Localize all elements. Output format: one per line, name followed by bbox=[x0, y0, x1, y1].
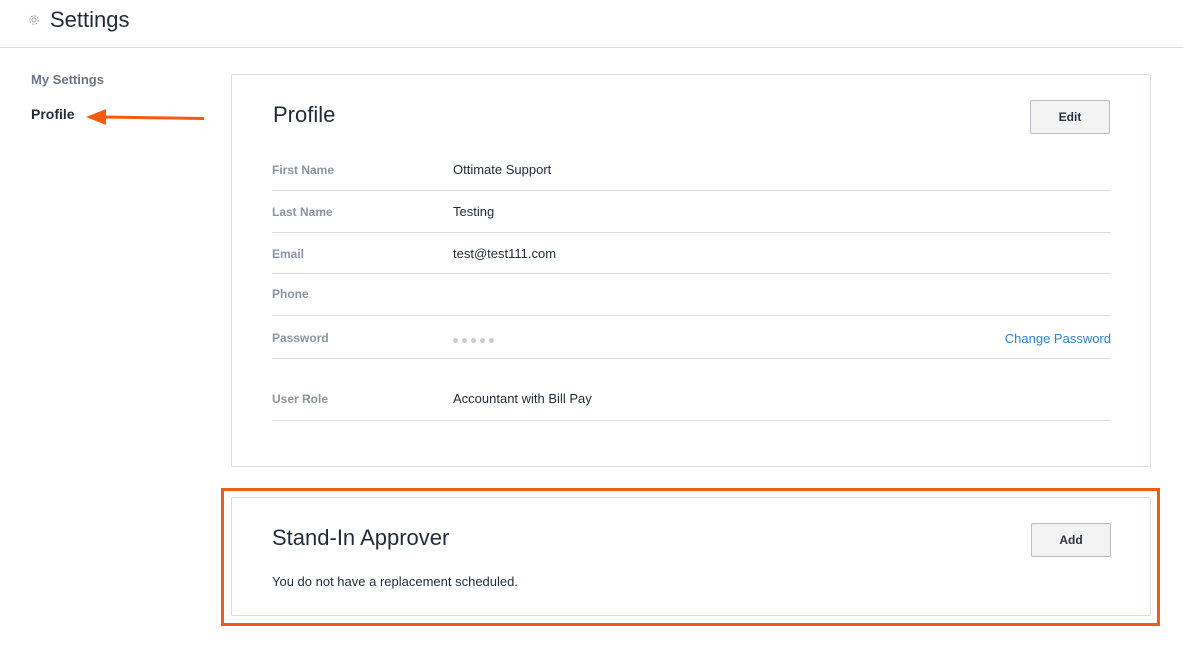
edit-button[interactable]: Edit bbox=[1030, 100, 1110, 134]
profile-row-password: Password Change Password bbox=[272, 316, 1111, 359]
standin-card-title: Stand-In Approver bbox=[272, 525, 450, 550]
profile-row-first-name: First Name Ottimate Support bbox=[272, 149, 1111, 191]
profile-row-email: Email test@test111.com bbox=[272, 233, 1111, 274]
row-value: Testing bbox=[453, 204, 495, 219]
page-title: Settings bbox=[50, 7, 130, 32]
gear-icon bbox=[29, 15, 39, 25]
row-label: Email bbox=[272, 247, 305, 261]
row-label: First Name bbox=[272, 163, 335, 177]
profile-row-phone: Phone bbox=[272, 274, 1111, 316]
standin-message: You do not have a replacement scheduled. bbox=[272, 574, 518, 589]
row-label: Password bbox=[272, 331, 329, 345]
profile-card-title: Profile bbox=[273, 102, 336, 127]
sidebar-heading: My Settings bbox=[31, 72, 104, 87]
row-value: test@test111.com bbox=[453, 246, 557, 261]
row-value: Ottimate Support bbox=[453, 162, 552, 177]
profile-row-last-name: Last Name Testing bbox=[272, 191, 1111, 233]
row-label: User Role bbox=[272, 392, 329, 406]
row-label: Phone bbox=[272, 287, 309, 301]
password-mask bbox=[453, 338, 494, 343]
annotation-arrow-icon bbox=[86, 109, 205, 125]
profile-row-user-role: User Role Accountant with Bill Pay bbox=[272, 359, 1111, 421]
row-value: Accountant with Bill Pay bbox=[453, 391, 592, 406]
add-button[interactable]: Add bbox=[1031, 523, 1111, 557]
row-label: Last Name bbox=[272, 205, 333, 219]
profile-card: Profile Edit First Name Ottimate Support… bbox=[231, 74, 1151, 467]
top-bar: Settings bbox=[0, 0, 1183, 48]
sidebar-item-profile[interactable]: Profile bbox=[31, 106, 75, 122]
change-password-link[interactable]: Change Password bbox=[1005, 331, 1111, 346]
standin-approver-card: Stand-In Approver Add You do not have a … bbox=[231, 497, 1151, 616]
